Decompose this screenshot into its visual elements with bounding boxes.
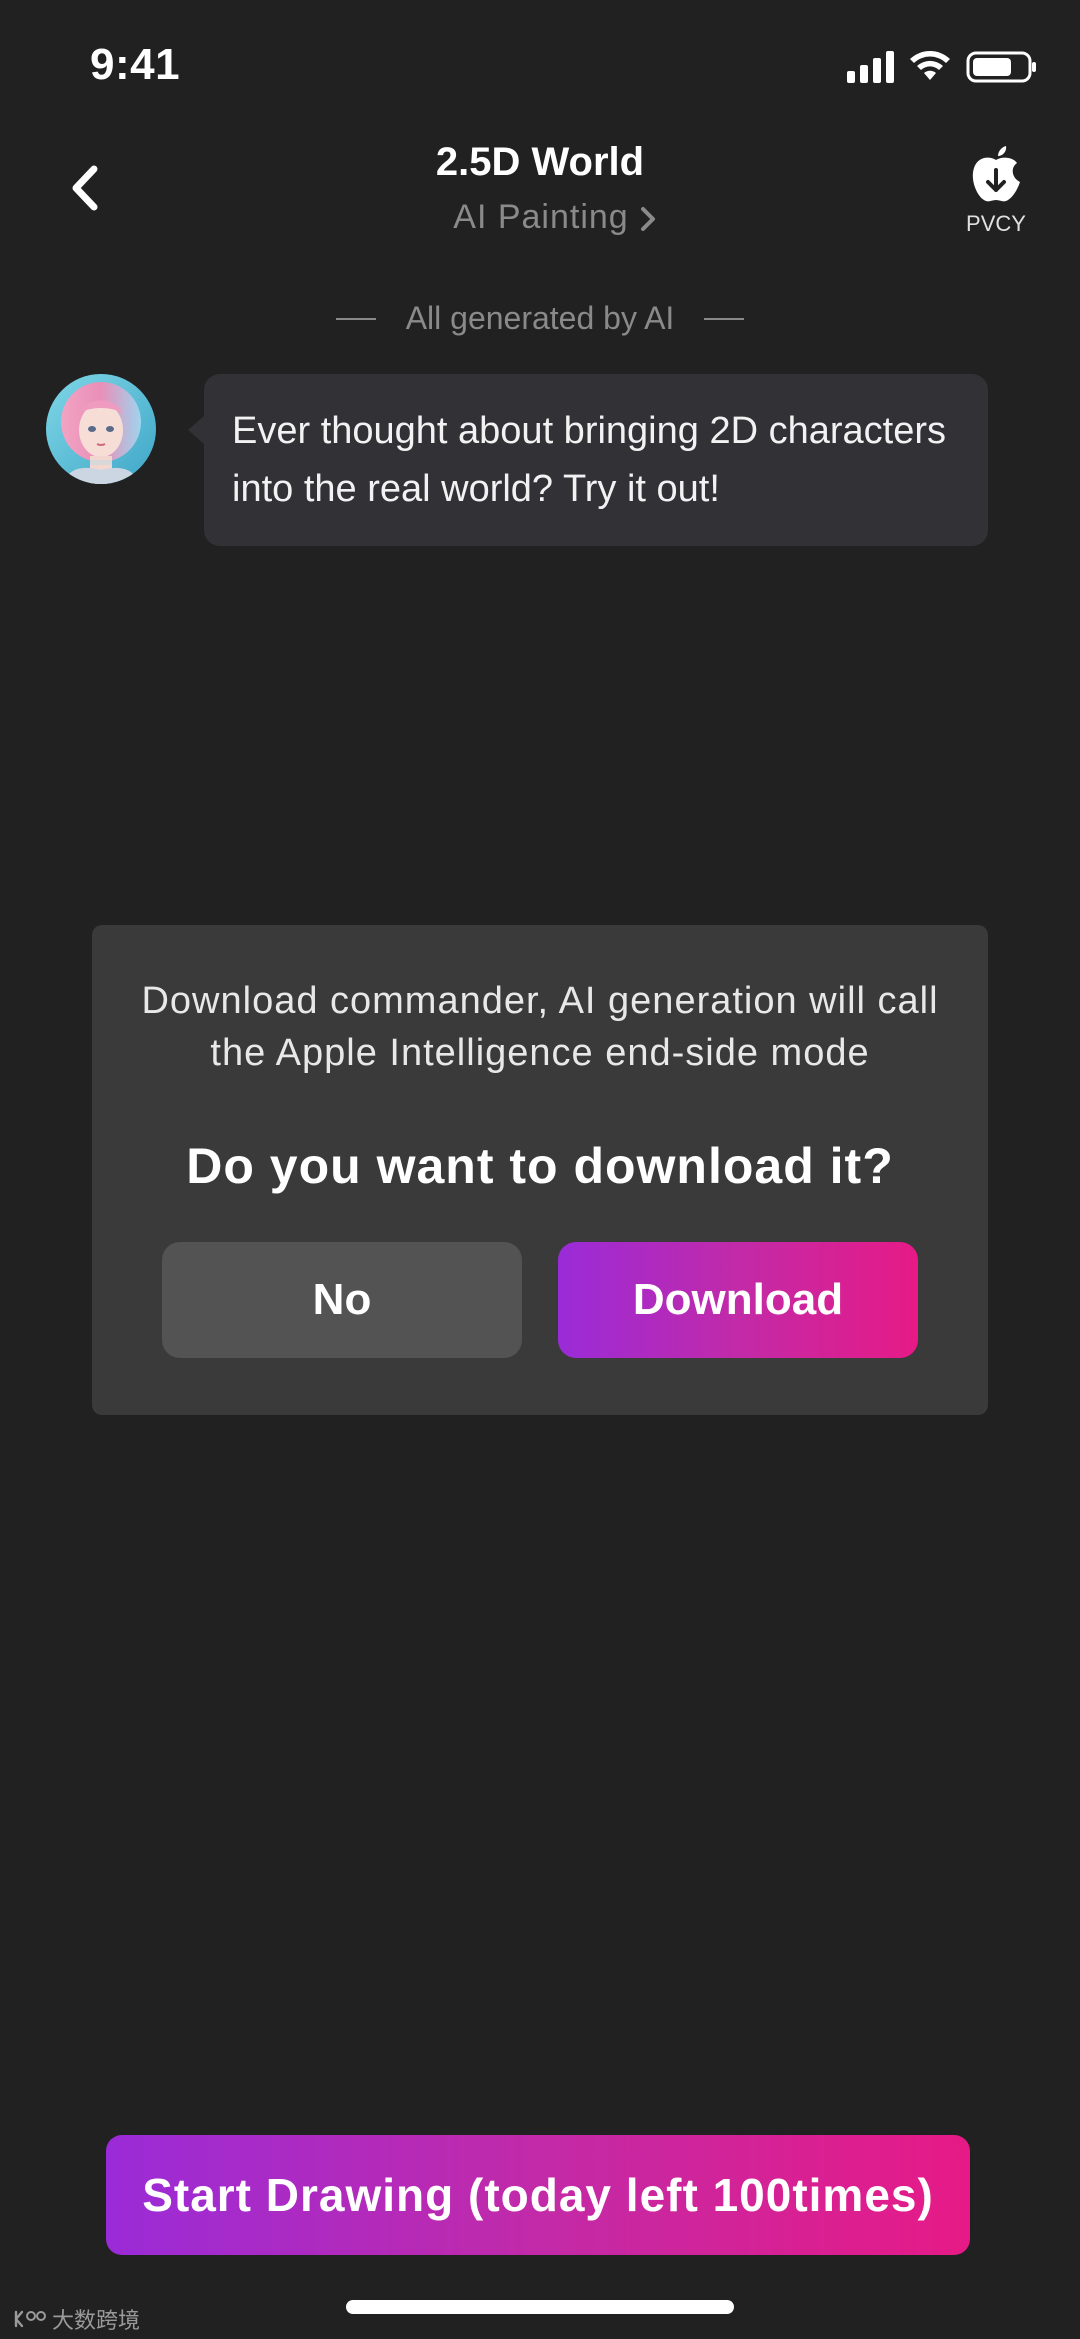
watermark-logo-icon <box>14 2310 46 2328</box>
download-button[interactable]: Download <box>558 1242 918 1358</box>
cellular-signal-icon <box>847 51 894 83</box>
page-title: 2.5D World <box>435 140 645 184</box>
subtitle-label: AI Painting <box>453 198 629 236</box>
avatar-portrait-icon <box>46 374 156 484</box>
subtitle-link[interactable]: AI Painting <box>0 198 1080 237</box>
no-button[interactable]: No <box>162 1242 522 1358</box>
header: 2.5D World AI Painting PVCY <box>0 130 1080 250</box>
chevron-right-icon <box>640 207 655 232</box>
battery-icon <box>966 51 1036 83</box>
download-dialog: Download commander, AI generation will c… <box>92 925 988 1415</box>
divider-line-left <box>335 317 376 320</box>
divider-line-right <box>704 317 745 320</box>
dialog-question: Do you want to download it? <box>186 1138 894 1194</box>
watermark-text: 大数跨境 <box>52 2308 141 2333</box>
chat-bubble: Ever thought about bringing 2D character… <box>188 374 988 546</box>
status-bar: 9:41 <box>0 0 1080 130</box>
avatar[interactable] <box>46 374 156 484</box>
status-icons <box>847 50 1038 84</box>
home-indicator[interactable] <box>346 2300 734 2314</box>
brand-download-button[interactable]: PVCY <box>956 142 1036 237</box>
status-time: 9:41 <box>90 40 181 89</box>
brand-label: PVCY <box>966 211 1026 236</box>
apple-download-icon <box>972 146 1020 202</box>
generated-label: All generated by AI <box>405 300 675 336</box>
wifi-icon <box>910 51 950 80</box>
generated-by-ai-divider: All generated by AI <box>0 300 1080 337</box>
start-drawing-button[interactable]: Start Drawing (today left 100times) <box>106 2135 970 2255</box>
dialog-message: Download commander, AI generation will c… <box>141 980 939 1074</box>
watermark: 大数跨境 <box>12 2303 140 2335</box>
